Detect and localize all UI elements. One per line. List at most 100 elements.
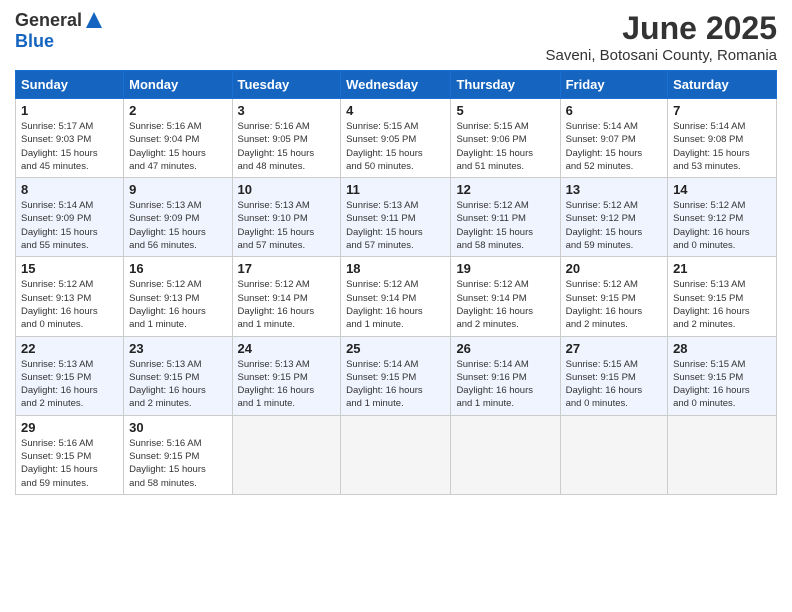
day-number: 24	[238, 341, 336, 356]
calendar-week-3: 15 Sunrise: 5:12 AM Sunset: 9:13 PM Dayli…	[16, 257, 777, 336]
day-number: 9	[129, 182, 226, 197]
day-number: 18	[346, 261, 445, 276]
calendar-cell: 2Sunrise: 5:16 AM Sunset: 9:04 PM Daylig…	[124, 99, 232, 178]
calendar-body: 1Sunrise: 5:17 AM Sunset: 9:03 PM Daylig…	[16, 99, 777, 495]
calendar-cell	[560, 415, 667, 494]
calendar-week-5: 29 Sunrise: 5:16 AM Sunset: 9:15 PM Dayli…	[16, 415, 777, 494]
day-number: 23	[129, 341, 226, 356]
day-detail: Sunrise: 5:15 AM Sunset: 9:15 PM Dayligh…	[566, 358, 662, 411]
calendar-cell: 4Sunrise: 5:15 AM Sunset: 9:05 PM Daylig…	[341, 99, 451, 178]
calendar-cell: 22 Sunrise: 5:13 AM Sunset: 9:15 PM Dayli…	[16, 336, 124, 415]
calendar-cell	[668, 415, 777, 494]
day-number: 4	[346, 103, 445, 118]
day-number: 29	[21, 420, 118, 435]
calendar-cell: 21Sunrise: 5:13 AM Sunset: 9:15 PM Dayli…	[668, 257, 777, 336]
calendar-cell: 10 Sunrise: 5:13 AM Sunset: 9:10 PM Dayli…	[232, 178, 341, 257]
weekday-header-row: SundayMondayTuesdayWednesdayThursdayFrid…	[16, 71, 777, 99]
day-detail: Sunrise: 5:12 AM Sunset: 9:14 PM Dayligh…	[346, 278, 445, 331]
day-detail: Sunrise: 5:12 AM Sunset: 9:14 PM Dayligh…	[456, 278, 554, 331]
day-detail: Sunrise: 5:13 AM Sunset: 9:09 PM Dayligh…	[129, 199, 226, 252]
calendar-cell: 26 Sunrise: 5:14 AM Sunset: 9:16 PM Dayli…	[451, 336, 560, 415]
day-number: 22	[21, 341, 118, 356]
calendar-cell: 6Sunrise: 5:14 AM Sunset: 9:07 PM Daylig…	[560, 99, 667, 178]
calendar-cell	[232, 415, 341, 494]
calendar-cell: 5 Sunrise: 5:15 AM Sunset: 9:06 PM Daylig…	[451, 99, 560, 178]
day-number: 11	[346, 182, 445, 197]
calendar-cell: 20Sunrise: 5:12 AM Sunset: 9:15 PM Dayli…	[560, 257, 667, 336]
day-detail: Sunrise: 5:16 AM Sunset: 9:15 PM Dayligh…	[129, 437, 226, 490]
calendar-cell: 7 Sunrise: 5:14 AM Sunset: 9:08 PM Daylig…	[668, 99, 777, 178]
day-detail: Sunrise: 5:14 AM Sunset: 9:08 PM Dayligh…	[673, 120, 771, 173]
calendar-cell: 8 Sunrise: 5:14 AM Sunset: 9:09 PM Daylig…	[16, 178, 124, 257]
day-detail: Sunrise: 5:16 AM Sunset: 9:04 PM Dayligh…	[129, 120, 226, 173]
calendar-cell: 24 Sunrise: 5:13 AM Sunset: 9:15 PM Dayli…	[232, 336, 341, 415]
calendar-cell: 17 Sunrise: 5:12 AM Sunset: 9:14 PM Dayli…	[232, 257, 341, 336]
calendar-week-4: 22 Sunrise: 5:13 AM Sunset: 9:15 PM Dayli…	[16, 336, 777, 415]
calendar-cell: 18 Sunrise: 5:12 AM Sunset: 9:14 PM Dayli…	[341, 257, 451, 336]
location-title: Saveni, Botosani County, Romania	[545, 47, 777, 64]
day-detail: Sunrise: 5:13 AM Sunset: 9:15 PM Dayligh…	[129, 358, 226, 411]
day-number: 7	[673, 103, 771, 118]
day-detail: Sunrise: 5:12 AM Sunset: 9:13 PM Dayligh…	[21, 278, 118, 331]
calendar-cell: 15 Sunrise: 5:12 AM Sunset: 9:13 PM Dayli…	[16, 257, 124, 336]
weekday-header-tuesday: Tuesday	[232, 71, 341, 99]
day-number: 14	[673, 182, 771, 197]
day-number: 6	[566, 103, 662, 118]
day-number: 27	[566, 341, 662, 356]
weekday-header-saturday: Saturday	[668, 71, 777, 99]
calendar-cell: 1Sunrise: 5:17 AM Sunset: 9:03 PM Daylig…	[16, 99, 124, 178]
calendar-week-2: 8 Sunrise: 5:14 AM Sunset: 9:09 PM Daylig…	[16, 178, 777, 257]
day-number: 12	[456, 182, 554, 197]
day-detail: Sunrise: 5:12 AM Sunset: 9:11 PM Dayligh…	[456, 199, 554, 252]
day-detail: Sunrise: 5:16 AM Sunset: 9:15 PM Dayligh…	[21, 437, 118, 490]
day-number: 8	[21, 182, 118, 197]
weekday-header-monday: Monday	[124, 71, 232, 99]
day-detail: Sunrise: 5:12 AM Sunset: 9:13 PM Dayligh…	[129, 278, 226, 331]
day-detail: Sunrise: 5:16 AM Sunset: 9:05 PM Dayligh…	[238, 120, 336, 173]
day-number: 13	[566, 182, 662, 197]
day-number: 15	[21, 261, 118, 276]
weekday-header-friday: Friday	[560, 71, 667, 99]
day-detail: Sunrise: 5:17 AM Sunset: 9:03 PM Dayligh…	[21, 120, 118, 173]
day-number: 26	[456, 341, 554, 356]
day-number: 17	[238, 261, 336, 276]
calendar-cell	[451, 415, 560, 494]
day-detail: Sunrise: 5:13 AM Sunset: 9:15 PM Dayligh…	[238, 358, 336, 411]
day-number: 5	[456, 103, 554, 118]
logo: General Blue	[15, 10, 104, 52]
day-detail: Sunrise: 5:12 AM Sunset: 9:15 PM Dayligh…	[566, 278, 662, 331]
day-number: 3	[238, 103, 336, 118]
calendar-table: SundayMondayTuesdayWednesdayThursdayFrid…	[15, 70, 777, 495]
weekday-header-sunday: Sunday	[16, 71, 124, 99]
day-number: 30	[129, 420, 226, 435]
day-number: 21	[673, 261, 771, 276]
calendar-cell: 16 Sunrise: 5:12 AM Sunset: 9:13 PM Dayli…	[124, 257, 232, 336]
logo-icon	[84, 10, 104, 30]
calendar-week-1: 1Sunrise: 5:17 AM Sunset: 9:03 PM Daylig…	[16, 99, 777, 178]
calendar-cell: 19 Sunrise: 5:12 AM Sunset: 9:14 PM Dayli…	[451, 257, 560, 336]
day-detail: Sunrise: 5:12 AM Sunset: 9:12 PM Dayligh…	[566, 199, 662, 252]
logo-blue-text: Blue	[15, 31, 54, 52]
day-detail: Sunrise: 5:14 AM Sunset: 9:09 PM Dayligh…	[21, 199, 118, 252]
weekday-header-thursday: Thursday	[451, 71, 560, 99]
weekday-header-wednesday: Wednesday	[341, 71, 451, 99]
calendar-cell: 14 Sunrise: 5:12 AM Sunset: 9:12 PM Dayli…	[668, 178, 777, 257]
title-area: June 2025 Saveni, Botosani County, Roman…	[545, 10, 777, 64]
day-detail: Sunrise: 5:14 AM Sunset: 9:16 PM Dayligh…	[456, 358, 554, 411]
day-detail: Sunrise: 5:13 AM Sunset: 9:10 PM Dayligh…	[238, 199, 336, 252]
month-title: June 2025	[545, 10, 777, 47]
calendar-cell: 11 Sunrise: 5:13 AM Sunset: 9:11 PM Dayli…	[341, 178, 451, 257]
day-detail: Sunrise: 5:13 AM Sunset: 9:11 PM Dayligh…	[346, 199, 445, 252]
day-detail: Sunrise: 5:15 AM Sunset: 9:06 PM Dayligh…	[456, 120, 554, 173]
day-detail: Sunrise: 5:13 AM Sunset: 9:15 PM Dayligh…	[21, 358, 118, 411]
day-number: 10	[238, 182, 336, 197]
day-detail: Sunrise: 5:12 AM Sunset: 9:14 PM Dayligh…	[238, 278, 336, 331]
calendar-cell: 9 Sunrise: 5:13 AM Sunset: 9:09 PM Daylig…	[124, 178, 232, 257]
day-detail: Sunrise: 5:15 AM Sunset: 9:15 PM Dayligh…	[673, 358, 771, 411]
day-detail: Sunrise: 5:14 AM Sunset: 9:15 PM Dayligh…	[346, 358, 445, 411]
day-number: 19	[456, 261, 554, 276]
day-number: 16	[129, 261, 226, 276]
day-detail: Sunrise: 5:12 AM Sunset: 9:12 PM Dayligh…	[673, 199, 771, 252]
day-number: 25	[346, 341, 445, 356]
calendar-cell: 25 Sunrise: 5:14 AM Sunset: 9:15 PM Dayli…	[341, 336, 451, 415]
